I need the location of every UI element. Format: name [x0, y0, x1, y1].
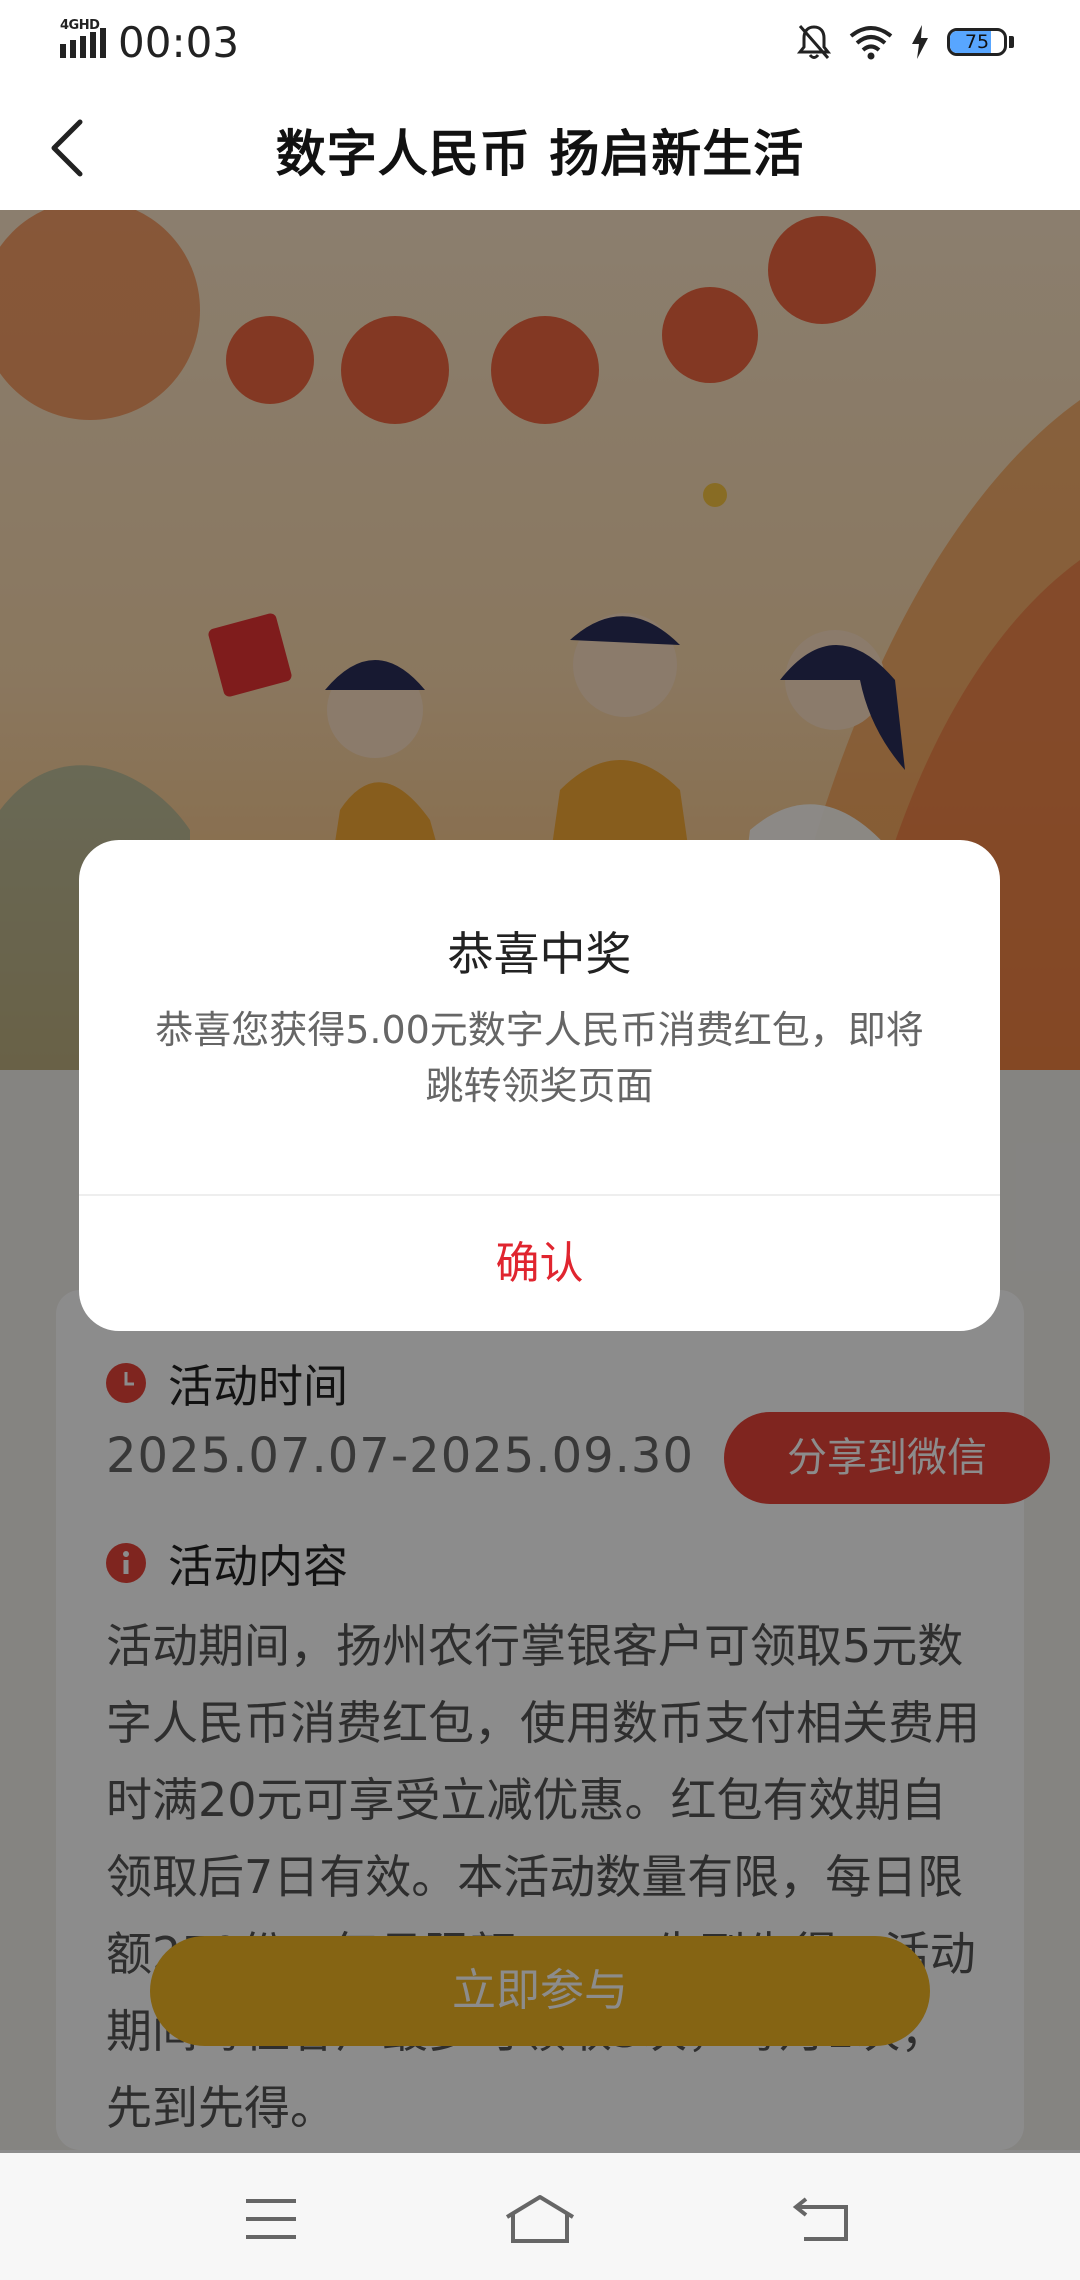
wifi-icon — [849, 26, 893, 60]
page-title: 数字人民币 扬启新生活 — [275, 125, 805, 183]
back-icon[interactable] — [780, 2191, 870, 2247]
menu-icon[interactable] — [226, 2191, 316, 2247]
signal-icon — [60, 28, 106, 58]
home-icon[interactable] — [495, 2191, 585, 2247]
prize-dialog: 恭喜中奖 恭喜您获得5.00元数字人民币消费红包，即将跳转领奖页面 确认 — [79, 840, 1000, 1331]
confirm-button[interactable]: 确认 — [79, 1196, 1000, 1331]
battery-nub — [1009, 36, 1014, 48]
dialog-message: 恭喜您获得5.00元数字人民币消费红包，即将跳转领奖页面 — [155, 1008, 924, 1108]
system-nav-bar — [0, 2153, 1080, 2280]
status-bar: 4GHD 00:03 75 — [0, 0, 1080, 84]
status-icons: 75 — [797, 22, 1014, 62]
charging-icon — [912, 25, 928, 59]
battery-level: 75 — [964, 31, 990, 53]
dialog-title: 恭喜中奖 — [447, 927, 632, 981]
mute-bell-icon — [797, 25, 831, 59]
status-time: 00:03 — [118, 18, 240, 67]
title-bar: 数字人民币 扬启新生活 — [0, 84, 1080, 210]
battery-icon: 75 — [947, 28, 1007, 56]
